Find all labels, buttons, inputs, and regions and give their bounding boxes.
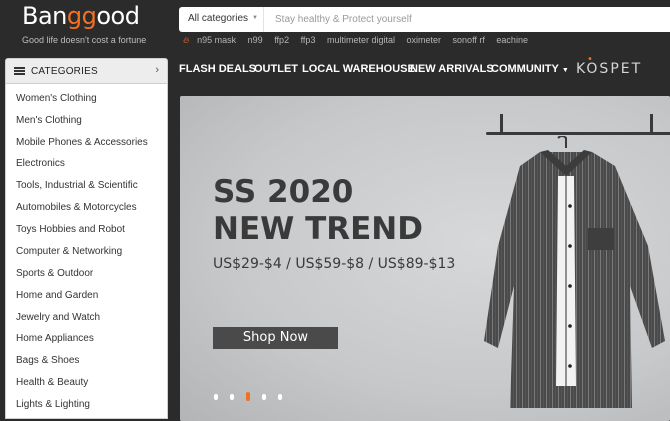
categories-label: CATEGORIES xyxy=(31,66,98,77)
sidebar-item[interactable]: Women's Clothing xyxy=(16,93,97,104)
sidebar-item[interactable]: Automobiles & Motorcycles xyxy=(16,202,137,213)
sidebar-item[interactable]: Lights & Lighting xyxy=(16,399,90,410)
banner-headline-line2: NEW TREND xyxy=(213,211,423,247)
kospet-brand-logo[interactable]: KOSPET • xyxy=(576,54,643,77)
banner-headline: SS 2020 NEW TREND xyxy=(213,174,423,248)
shirt-image xyxy=(484,136,665,408)
category-sidebar: Women's Clothing Men's Clothing Mobile P… xyxy=(5,84,168,419)
hot-keywords: 🔥︎ n95 mask n99 ffp2 ffp3 multimeter dig… xyxy=(183,35,537,49)
banner-headline-line1: SS 2020 xyxy=(213,174,354,210)
logo-wordmark: Banggood xyxy=(22,2,140,30)
sidebar-item[interactable]: Electronics xyxy=(16,158,65,169)
nav-community-label: COMMUNITY xyxy=(491,63,559,75)
search-bar: All categories ▼ xyxy=(179,7,670,32)
hot-keyword-link[interactable]: n95 mask xyxy=(197,35,236,45)
category-select-value: All categories xyxy=(188,13,249,24)
categories-toggle[interactable]: CATEGORIES › xyxy=(5,58,168,84)
hot-keyword-link[interactable]: multimeter digital xyxy=(327,35,395,45)
chevron-right-icon: › xyxy=(155,64,159,76)
clothes-rail-post xyxy=(650,114,653,134)
carousel-dot[interactable] xyxy=(214,394,218,400)
carousel-dot-active[interactable] xyxy=(246,392,250,401)
kospet-wordmark: KOSPET xyxy=(576,61,643,77)
chevron-down-icon: ▼ xyxy=(561,67,569,74)
hamburger-icon xyxy=(14,67,25,75)
accent-dot-icon: • xyxy=(587,54,595,65)
banner-prices: US$29-$4 / US$59-$8 / US$89-$13 xyxy=(213,256,456,272)
sidebar-item[interactable]: Bags & Shoes xyxy=(16,355,79,366)
sidebar-item[interactable]: Toys Hobbies and Robot xyxy=(16,224,125,235)
fire-icon: 🔥︎ xyxy=(183,35,190,45)
sidebar-item[interactable]: Men's Clothing xyxy=(16,115,82,126)
hot-keyword-link[interactable]: oximeter xyxy=(407,35,442,45)
category-select[interactable]: All categories ▼ xyxy=(179,7,264,32)
carousel-dot[interactable] xyxy=(278,394,282,400)
nav-local-warehouse[interactable]: LOCAL WAREHOUSE xyxy=(302,63,415,75)
chevron-down-icon: ▼ xyxy=(252,15,258,21)
carousel-dot[interactable] xyxy=(262,394,266,400)
clothes-rail xyxy=(486,132,670,135)
hot-keyword-link[interactable]: ffp2 xyxy=(274,35,289,45)
search-input[interactable] xyxy=(265,7,665,32)
hot-keyword-link[interactable]: sonoff rf xyxy=(453,35,485,45)
sidebar-item[interactable]: Mobile Phones & Accessories xyxy=(16,137,148,148)
carousel-indicators xyxy=(214,392,294,402)
sidebar-item[interactable]: Home Appliances xyxy=(16,333,94,344)
sidebar-item[interactable]: Computer & Networking xyxy=(16,246,122,257)
sidebar-item[interactable]: Tools, Industrial & Scientific xyxy=(16,180,138,191)
carousel-dot[interactable] xyxy=(230,394,234,400)
banggood-logo[interactable]: Banggood Good life doesn't cost a fortun… xyxy=(22,2,162,48)
sidebar-item[interactable]: Sports & Outdoor xyxy=(16,268,93,279)
nav-community[interactable]: COMMUNITY ▼ xyxy=(491,63,569,75)
nav-new-arrivals[interactable]: NEW ARRIVALS xyxy=(410,63,494,75)
sidebar-item[interactable]: Health & Beauty xyxy=(16,377,88,388)
sidebar-item[interactable]: Jewelry and Watch xyxy=(16,312,100,323)
hot-keyword-link[interactable]: n99 xyxy=(248,35,263,45)
hot-keyword-link[interactable]: ffp3 xyxy=(301,35,316,45)
nav-outlet[interactable]: OUTLET xyxy=(254,63,298,75)
hero-banner[interactable]: SS 2020 NEW TREND US$29-$4 / US$59-$8 / … xyxy=(180,96,670,421)
nav-flash-deals[interactable]: FLASH DEALS xyxy=(179,63,256,75)
shop-now-button[interactable]: Shop Now xyxy=(213,327,338,349)
logo-slogan: Good life doesn't cost a fortune xyxy=(22,35,147,45)
sidebar-item[interactable]: Home and Garden xyxy=(16,290,98,301)
clothes-rail-post xyxy=(500,114,503,134)
hot-keyword-link[interactable]: eachine xyxy=(496,35,528,45)
